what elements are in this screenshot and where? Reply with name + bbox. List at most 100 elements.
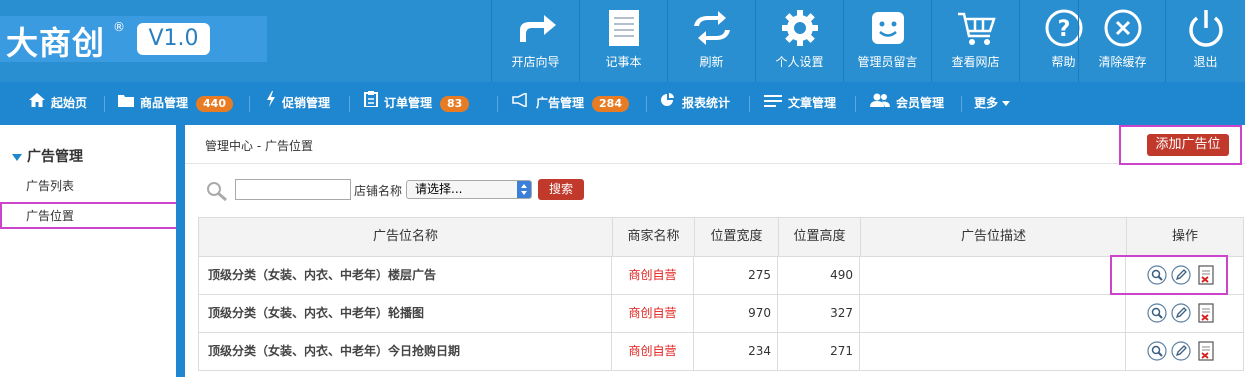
nav-label: 广告管理 xyxy=(536,96,585,110)
clipboard-icon xyxy=(364,82,378,125)
cell-shop[interactable]: 商创自营 xyxy=(612,295,694,332)
goods-count-badge: 440 xyxy=(196,95,233,112)
nav-label: 会员管理 xyxy=(896,96,945,110)
table-header: 广告位名称 商家名称 位置宽度 位置高度 广告位描述 操作 xyxy=(198,217,1244,257)
nav-label: 订单管理 xyxy=(384,96,433,110)
sidebar-title-label: 广告管理 xyxy=(27,149,83,165)
nav-item-ads[interactable]: 广告管理 284 xyxy=(512,82,629,125)
clear-icon xyxy=(1079,8,1166,48)
col-header-actions: 操作 xyxy=(1171,229,1198,244)
tool-label: 刷新 xyxy=(699,55,724,69)
cell-desc xyxy=(860,333,1126,370)
nav-item-promotion[interactable]: 促销管理 xyxy=(266,82,330,125)
main-nav: 起始页 商品管理 440 促销管理 订单管理 83 广告管理 284 报表统计 文章管… xyxy=(0,82,1245,125)
nav-item-goods[interactable]: 商品管理 440 xyxy=(118,82,233,125)
tool-admin-message[interactable]: 管理员留言 xyxy=(843,0,931,82)
table-row: 顶级分类（女装、内衣、中老年）楼层广告 商创自营 275 490 xyxy=(198,257,1244,295)
users-icon xyxy=(870,82,890,125)
cell-height: 490 xyxy=(778,257,860,294)
edit-icon[interactable] xyxy=(1171,341,1191,364)
lightning-icon xyxy=(266,82,276,125)
nav-item-orders[interactable]: 订单管理 83 xyxy=(364,82,470,125)
tool-logout[interactable]: 退出 xyxy=(1165,0,1245,82)
col-header-height: 位置高度 xyxy=(779,218,861,256)
tool-label: 记事本 xyxy=(605,55,642,69)
tool-label: 个人设置 xyxy=(775,55,824,69)
tool-refresh[interactable]: 刷新 xyxy=(667,0,755,82)
nav-item-reports[interactable]: 报表统计 xyxy=(660,82,730,125)
nav-item-home[interactable]: 起始页 xyxy=(29,82,87,125)
refresh-icon xyxy=(668,8,755,48)
cell-width: 275 xyxy=(694,257,778,294)
nav-label: 报表统计 xyxy=(682,96,731,110)
view-icon[interactable] xyxy=(1147,341,1167,364)
cell-name: 顶级分类（女装、内衣、中老年）轮播图 xyxy=(199,295,612,332)
notepad-icon xyxy=(580,8,667,48)
tool-label: 退出 xyxy=(1193,55,1218,69)
col-header-shop: 商家名称 xyxy=(613,218,695,256)
megaphone-icon xyxy=(512,82,530,125)
sidebar-item-ad-list[interactable]: 广告列表 xyxy=(26,177,74,194)
shop-select[interactable]: 请选择... xyxy=(406,180,532,199)
col-header-name: 广告位名称 xyxy=(199,218,613,256)
orders-count-badge: 83 xyxy=(440,95,470,112)
select-arrows-icon xyxy=(517,181,531,198)
share-arrow-icon xyxy=(492,8,579,48)
tool-label: 清除缓存 xyxy=(1098,55,1147,69)
logo-text: 大商创 xyxy=(6,24,106,62)
home-icon xyxy=(29,82,45,125)
sidebar-title[interactable]: 广告管理 xyxy=(12,146,83,166)
col-header-width: 位置宽度 xyxy=(695,218,779,256)
nav-item-more[interactable]: 更多 xyxy=(974,82,1011,125)
nav-item-articles[interactable]: 文章管理 xyxy=(764,82,836,125)
delete-icon[interactable] xyxy=(1197,341,1215,364)
breadcrumb: 管理中心 - 广告位置 xyxy=(205,139,313,153)
delete-icon[interactable] xyxy=(1197,303,1215,326)
nav-label: 商品管理 xyxy=(140,96,189,110)
tool-label: 开店向导 xyxy=(511,55,560,69)
search-button[interactable]: 搜索 xyxy=(538,179,584,200)
edit-icon[interactable] xyxy=(1171,303,1191,326)
nav-label: 更多 xyxy=(974,96,999,110)
nav-label: 促销管理 xyxy=(282,96,331,110)
tool-clear-cache[interactable]: 清除缓存 xyxy=(1078,0,1166,82)
sidebar-item-ad-position[interactable]: 广告位置 xyxy=(26,207,74,224)
table-row: 顶级分类（女装、内衣、中老年）今日抢购日期 商创自营 234 271 xyxy=(198,333,1244,371)
nav-label: 起始页 xyxy=(51,96,88,110)
col-header-desc: 广告位描述 xyxy=(861,218,1127,256)
table-row: 顶级分类（女装、内衣、中老年）轮播图 商创自营 970 327 xyxy=(198,295,1244,333)
search-input[interactable] xyxy=(235,179,351,200)
gear-icon xyxy=(756,8,843,48)
cell-width: 970 xyxy=(694,295,778,332)
divider xyxy=(185,163,1245,164)
tool-label: 查看网店 xyxy=(951,55,1000,69)
brand-logo[interactable]: 大商创 ® V1.0 xyxy=(0,16,267,62)
view-icon[interactable] xyxy=(1147,303,1167,326)
tool-store-guide[interactable]: 开店向导 xyxy=(491,0,579,82)
nav-item-members[interactable]: 会员管理 xyxy=(870,82,944,125)
tool-notepad[interactable]: 记事本 xyxy=(579,0,667,82)
svg-text:?: ? xyxy=(1058,17,1071,42)
main-content: 管理中心 - 广告位置 添加广告位 店铺名称 请选择... 搜索 广告位名称 商… xyxy=(185,125,1245,377)
caret-down-icon xyxy=(12,153,22,161)
folder-icon xyxy=(118,82,134,125)
list-icon xyxy=(764,82,782,125)
cell-shop[interactable]: 商创自营 xyxy=(612,333,694,370)
cell-height: 271 xyxy=(778,333,860,370)
pie-chart-icon xyxy=(660,82,676,125)
cart-icon xyxy=(932,8,1019,48)
cell-width: 234 xyxy=(694,333,778,370)
smiley-message-icon xyxy=(844,8,931,48)
cell-height: 327 xyxy=(778,295,860,332)
tool-view-store[interactable]: 查看网店 xyxy=(931,0,1019,82)
cell-shop[interactable]: 商创自营 xyxy=(612,257,694,294)
caret-down-icon xyxy=(1002,101,1011,106)
search-icon xyxy=(206,181,228,204)
power-icon xyxy=(1166,8,1245,48)
shop-name-label: 店铺名称 xyxy=(354,184,403,198)
sidebar: 广告管理 广告列表 广告位置 xyxy=(0,125,178,377)
ads-count-badge: 284 xyxy=(592,95,629,112)
actions-highlight xyxy=(1110,255,1228,295)
add-ad-position-button[interactable]: 添加广告位 xyxy=(1147,134,1229,156)
tool-personal-settings[interactable]: 个人设置 xyxy=(755,0,843,82)
